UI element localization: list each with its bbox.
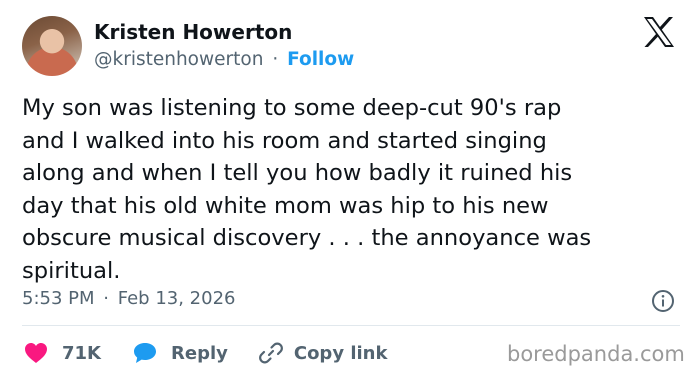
tweet-line: obscure musical discovery . . . the anno… xyxy=(22,225,592,252)
author-handle-line: @kristenhowerton · Follow xyxy=(94,49,354,70)
watermark: boredpanda.com xyxy=(507,342,685,366)
follow-button[interactable]: Follow xyxy=(287,49,354,70)
avatar[interactable] xyxy=(22,16,82,76)
tweet-time[interactable]: 5:53 PM xyxy=(22,288,95,309)
like-button[interactable]: 71K xyxy=(24,342,101,364)
tweet-text: My son was listening to some deep-cut 90… xyxy=(22,92,682,288)
tweet-timestamp[interactable]: 5:53 PM · Feb 13, 2026 xyxy=(22,288,235,309)
tweet-date[interactable]: Feb 13, 2026 xyxy=(118,288,236,309)
divider xyxy=(22,325,680,326)
tweet-line: spiritual. xyxy=(22,257,121,284)
reply-label: Reply xyxy=(171,342,228,364)
like-count: 71K xyxy=(62,342,101,364)
tweet-line: day that his old white mom was hip to hi… xyxy=(22,192,549,219)
copy-link-button[interactable]: Copy link xyxy=(258,340,388,366)
tweet-line: My son was listening to some deep-cut 90… xyxy=(22,95,562,121)
tweet-line: and I walked into his room and started s… xyxy=(22,127,547,154)
reply-bubble-icon xyxy=(134,343,156,363)
handle-separator: · xyxy=(272,49,279,70)
author-handle[interactable]: @kristenhowerton xyxy=(94,49,263,70)
author-name[interactable]: Kristen Howerton xyxy=(94,20,292,44)
action-bar: 71K Reply Copy link xyxy=(22,339,387,367)
copy-link-label: Copy link xyxy=(293,342,388,364)
tweet-line: along and when I tell you how badly it r… xyxy=(22,160,573,187)
reply-button[interactable]: Reply xyxy=(133,342,228,364)
timestamp-separator: · xyxy=(103,288,109,309)
x-logo-icon[interactable] xyxy=(642,16,676,48)
link-icon xyxy=(258,342,283,364)
info-icon[interactable] xyxy=(651,289,675,313)
heart-icon xyxy=(25,343,47,363)
